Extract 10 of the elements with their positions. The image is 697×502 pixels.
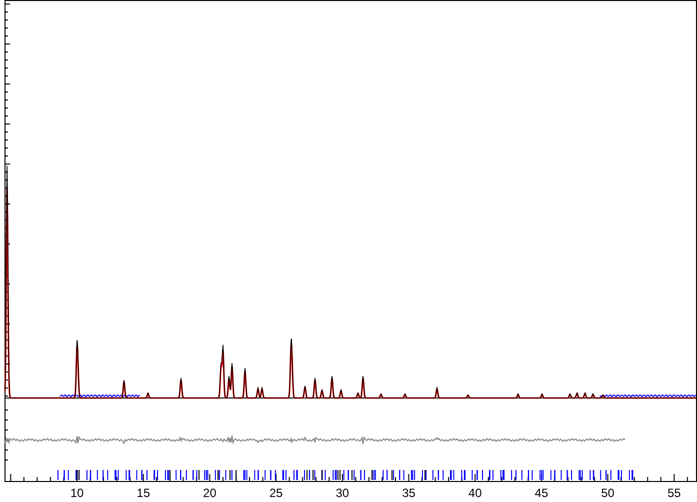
axis-tick-label: 10 bbox=[70, 486, 84, 500]
axis-tick-label: 15 bbox=[136, 486, 150, 500]
axis-tick-label: 25 bbox=[269, 486, 283, 500]
axis-tick-label: 30 bbox=[336, 486, 350, 500]
axis-tick-label: 40 bbox=[468, 486, 482, 500]
axis-tick-label: 45 bbox=[534, 486, 548, 500]
axis-tick-label: 50 bbox=[601, 486, 614, 500]
axis-tick-label: 55 bbox=[667, 486, 681, 500]
axis-tick-label: 20 bbox=[203, 486, 216, 500]
axis-tick-label: 35 bbox=[402, 486, 416, 500]
